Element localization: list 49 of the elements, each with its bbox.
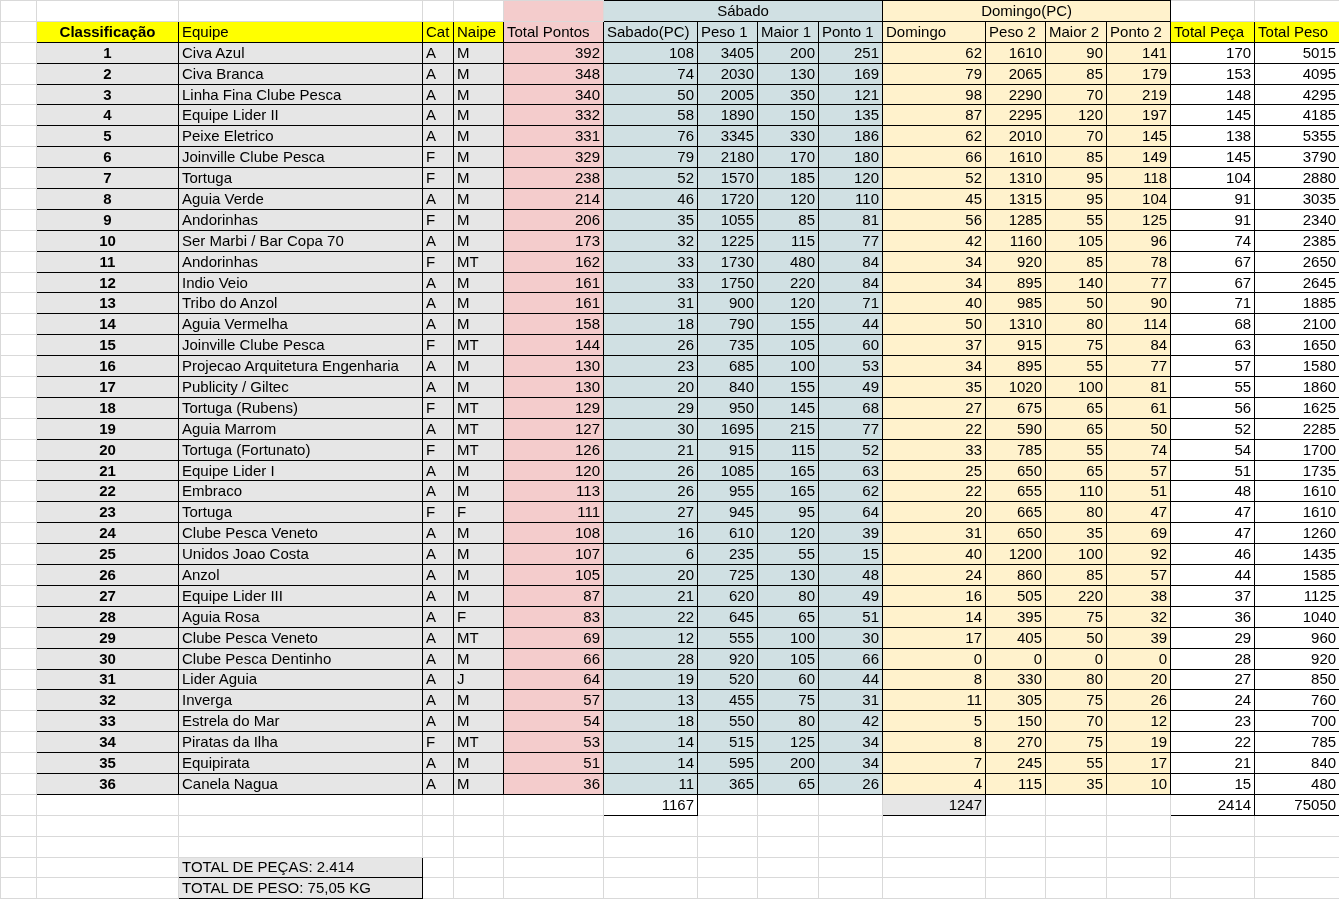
table-cell: Clube Pesca Veneto (178, 627, 423, 649)
table-cell: Embraco (178, 481, 423, 502)
table-cell: Tortuga (178, 167, 423, 189)
table-cell: Civa Azul (178, 42, 423, 64)
table-cell: Equipe Lider II (178, 104, 423, 126)
column-header: Sabado(PC) (603, 21, 698, 43)
table-cell: Canela Nagua (178, 773, 423, 795)
table-cell: Indio Veio (178, 272, 423, 293)
table-cell: Publicity / Giltec (178, 376, 423, 398)
table-cell: Aguia Verde (178, 188, 423, 210)
table-cell: Aguia Vermelha (178, 313, 423, 335)
table-cell: Unidos Joao Costa (178, 543, 423, 565)
table-cell: Projecao Arquitetura Engenharia (178, 355, 423, 377)
column-header: Equipe (178, 21, 423, 43)
table-cell: Civa Branca (178, 63, 423, 85)
table-cell: Tortuga (Rubens) (178, 397, 423, 419)
table-cell: Joinville Clube Pesca (178, 146, 423, 168)
table-cell: Equipirata (178, 752, 423, 774)
table-cell: Tribo do Anzol (178, 292, 423, 314)
table-cell: Andorinhas (178, 251, 423, 273)
table-cell: Andorinhas (178, 209, 423, 231)
table-cell: Aguia Marrom (178, 418, 423, 440)
table-cell: Piratas da Ilha (178, 731, 423, 753)
column-header: Ponto 2 (1106, 21, 1171, 43)
group-header: Domingo(PC) (882, 0, 1171, 22)
group-header: Sábado (603, 0, 883, 22)
table-cell: Clube Pesca Dentinho (178, 648, 423, 669)
table-cell: Anzol (178, 564, 423, 586)
summary-cell: TOTAL DE PESO: 75,05 KG (178, 877, 423, 899)
table-cell: Lider Aguia (178, 669, 423, 690)
table-cell: Estrela do Mar (178, 710, 423, 732)
column-header: Maior 2 (1045, 21, 1107, 43)
table-cell: Joinville Clube Pesca (178, 334, 423, 356)
table-cell: Equipe Lider I (178, 460, 423, 481)
table-cell: Clube Pesca Veneto (178, 522, 423, 544)
table-cell: Ser Marbi / Bar Copa 70 (178, 230, 423, 252)
table-cell: Linha Fina Clube Pesca (178, 84, 423, 105)
column-header: Domingo (882, 21, 986, 43)
column-header: Maior 1 (757, 21, 819, 43)
column-header: Peso 2 (985, 21, 1046, 43)
summary-cell: TOTAL DE PEÇAS: 2.414 (178, 857, 423, 878)
table-cell: Tortuga (178, 501, 423, 523)
table-cell: Tortuga (Fortunato) (178, 439, 423, 461)
table-cell: Inverga (178, 689, 423, 711)
column-header: Ponto 1 (818, 21, 883, 43)
table-cell: Aguia Rosa (178, 606, 423, 628)
column-header: Peso 1 (697, 21, 758, 43)
table-cell: Peixe Eletrico (178, 125, 423, 147)
table-cell: Equipe Lider III (178, 585, 423, 607)
